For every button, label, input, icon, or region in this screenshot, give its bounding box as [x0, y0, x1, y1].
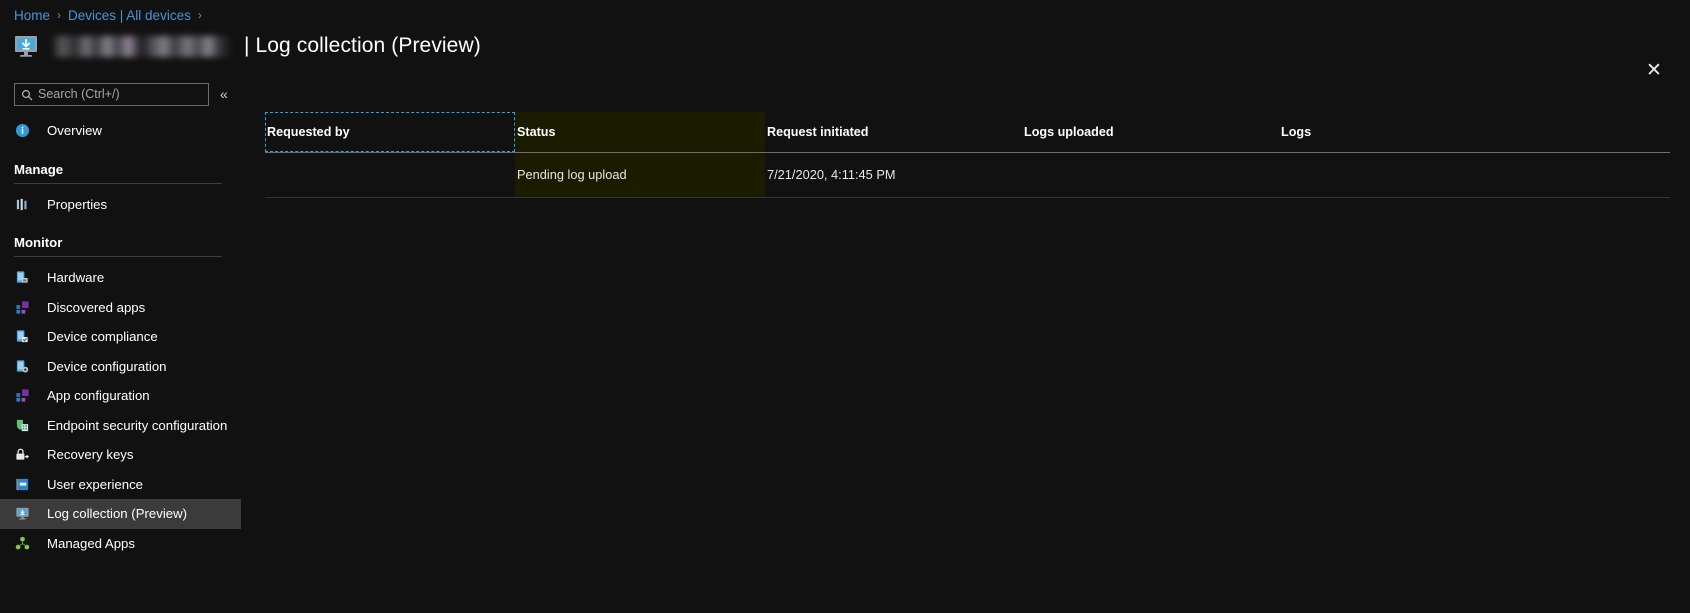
monitor-download-icon	[14, 505, 31, 522]
sidebar-item-endpoint-security-configuration[interactable]: Endpoint security configuration	[0, 411, 241, 441]
title-bar: | Log collection (Preview) ✕	[0, 26, 1690, 80]
sidebar-item-label: Hardware	[47, 270, 105, 286]
column-header-logs-uploaded[interactable]: Logs uploaded	[1022, 112, 1279, 153]
sidebar-section-monitor: Monitor	[14, 235, 63, 250]
cell-status: Pending log upload	[515, 152, 765, 198]
search-box[interactable]	[14, 82, 209, 106]
sidebar-item-label: Properties	[47, 196, 108, 212]
sidebar-item-label: Log collection (Preview)	[47, 506, 187, 522]
device-name-redacted	[52, 35, 230, 57]
sidebar-item-hardware[interactable]: Hardware	[0, 263, 241, 293]
sidebar-nav-list: Overview Manage Properties Monitor Hardw…	[0, 116, 241, 558]
lock-key-icon	[14, 446, 31, 463]
log-collection-table-container: Requested by Status Request initiated Lo…	[265, 112, 1670, 198]
cell-logs	[1279, 152, 1670, 198]
sidebar-item-label: App configuration	[47, 388, 150, 404]
cell-request-initiated: 7/21/2020, 4:11:45 PM	[765, 152, 1022, 198]
sidebar-item-label: User experience	[47, 476, 144, 492]
properties-bars-icon	[14, 196, 31, 213]
sidebar-item-properties[interactable]: Properties	[0, 190, 241, 220]
search-input[interactable]	[38, 87, 198, 101]
device-configuration-icon	[14, 358, 31, 375]
sidebar-item-discovered-apps[interactable]: Discovered apps	[0, 293, 241, 323]
chevron-double-left-icon[interactable]: «	[220, 87, 228, 101]
device-compliance-icon	[14, 328, 31, 345]
app-configuration-icon	[14, 387, 31, 404]
sidebar-item-log-collection[interactable]: Log collection (Preview)	[0, 499, 241, 529]
sidebar-item-overview[interactable]: Overview	[0, 116, 241, 146]
sidebar-divider	[14, 256, 222, 257]
column-header-request-initiated[interactable]: Request initiated	[765, 112, 1022, 153]
monitor-download-icon	[12, 32, 40, 60]
user-experience-icon	[14, 476, 31, 493]
sidebar-item-user-experience[interactable]: User experience	[0, 470, 241, 500]
sidebar-item-label: Managed Apps	[47, 535, 135, 551]
breadcrumb: Home › Devices | All devices ›	[14, 3, 209, 27]
sidebar-item-recovery-keys[interactable]: Recovery keys	[0, 440, 241, 470]
cell-logs-uploaded	[1022, 152, 1279, 198]
discovered-apps-icon	[14, 299, 31, 316]
column-header-logs[interactable]: Logs	[1279, 112, 1670, 153]
column-header-status[interactable]: Status	[515, 112, 765, 153]
log-collection-table: Requested by Status Request initiated Lo…	[265, 112, 1670, 198]
sidebar-item-app-configuration[interactable]: App configuration	[0, 381, 241, 411]
hardware-device-icon	[14, 269, 31, 286]
sidebar-item-label: Overview	[47, 123, 102, 139]
sidebar-item-device-compliance[interactable]: Device compliance	[0, 322, 241, 352]
breadcrumb-separator-trailing-icon: ›	[197, 8, 202, 22]
sidebar-search-row: «	[0, 78, 241, 110]
sidebar-item-label: Device compliance	[47, 329, 158, 345]
sidebar-item-label: Device configuration	[47, 358, 167, 374]
column-header-requested-by[interactable]: Requested by	[265, 112, 515, 153]
breadcrumb-separator-icon: ›	[57, 8, 62, 22]
sidebar-divider	[14, 182, 222, 184]
page-title: | Log collection (Preview)	[244, 34, 481, 57]
sidebar-item-device-configuration[interactable]: Device configuration	[0, 352, 241, 382]
cell-requested-by	[265, 152, 515, 198]
table-header-row: Requested by Status Request initiated Lo…	[265, 112, 1670, 153]
sidebar: « Overview Manage	[0, 78, 241, 613]
sidebar-item-label: Endpoint security configuration	[47, 417, 228, 433]
sidebar-item-label: Recovery keys	[47, 447, 134, 463]
sidebar-item-managed-apps[interactable]: Managed Apps	[0, 529, 241, 559]
breadcrumb-item-home[interactable]: Home	[14, 8, 50, 23]
search-icon	[21, 88, 33, 101]
sidebar-section-manage: Manage	[14, 161, 64, 177]
sidebar-item-label: Discovered apps	[47, 299, 146, 315]
breadcrumb-item-devices[interactable]: Devices | All devices	[68, 8, 191, 23]
table-row[interactable]: Pending log upload 7/21/2020, 4:11:45 PM	[265, 152, 1670, 198]
info-circle-icon	[14, 122, 31, 139]
endpoint-security-icon	[14, 417, 31, 434]
managed-apps-icon	[14, 535, 31, 552]
close-icon[interactable]: ✕	[1638, 54, 1670, 86]
